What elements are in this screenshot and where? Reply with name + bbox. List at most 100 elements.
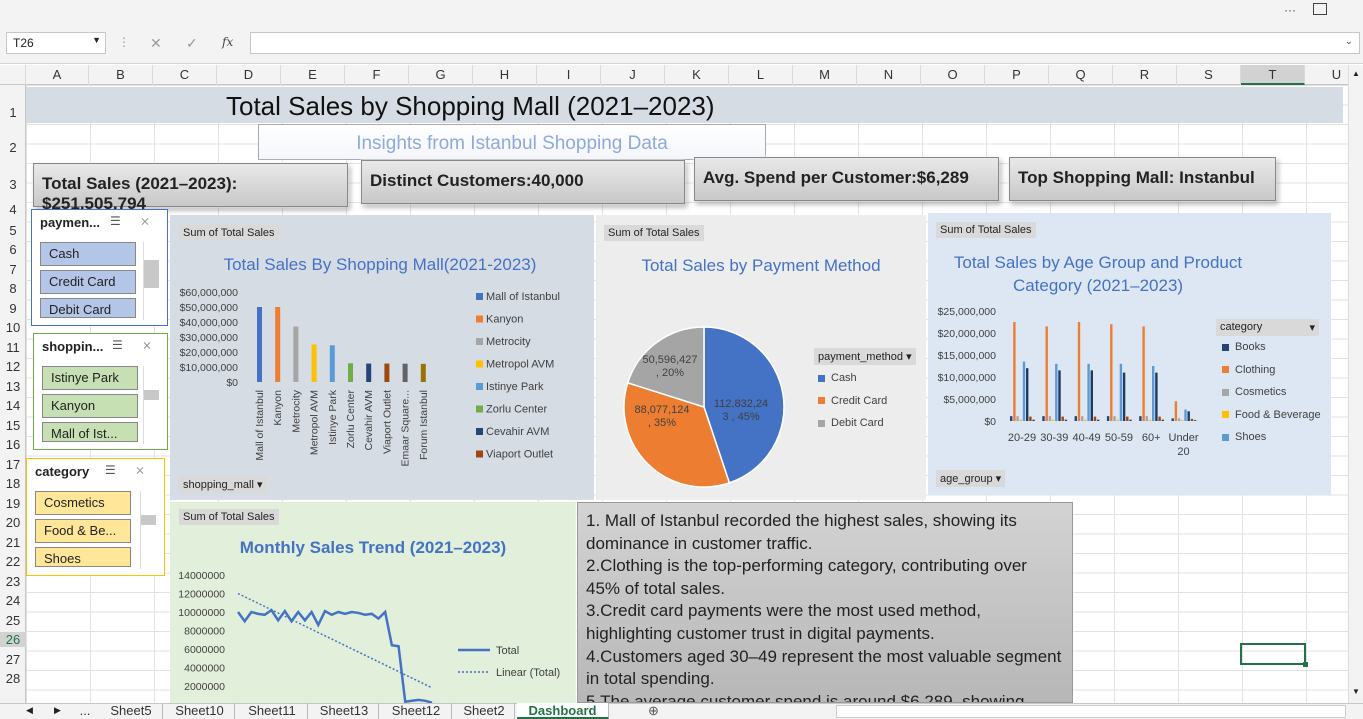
row-header-11[interactable]: 11 <box>0 340 26 355</box>
slicer-item-cash[interactable]: Cash <box>40 242 136 266</box>
scroll-thumb[interactable] <box>144 260 159 288</box>
slicer-item-cosmetics[interactable]: Cosmetics <box>35 491 131 515</box>
column-header-I[interactable]: I <box>537 65 601 85</box>
select-all-corner[interactable] <box>0 65 26 85</box>
slicer-item-credit-card[interactable]: Credit Card <box>40 270 136 294</box>
more-sheets-tab[interactable]: ... <box>78 703 92 719</box>
row-header-23[interactable]: 23 <box>0 574 26 589</box>
row-header-1[interactable]: 1 <box>0 105 26 120</box>
multi-select-icon[interactable]: ☰ <box>110 214 121 228</box>
slicer-scrollbar[interactable] <box>143 242 159 320</box>
field-filter-button[interactable]: age_group ▾ <box>936 470 1006 487</box>
row-header-14[interactable]: 14 <box>0 398 26 413</box>
horizontal-scrollbar[interactable] <box>836 705 1346 718</box>
row-header-21[interactable]: 21 <box>0 535 26 550</box>
column-header-M[interactable]: M <box>793 65 857 85</box>
field-filter-button[interactable]: shopping_mall ▾ <box>179 476 267 493</box>
row-header-15[interactable]: 15 <box>0 418 26 433</box>
column-header-B[interactable]: B <box>89 65 153 85</box>
slicer-item-kanyon[interactable]: Kanyon <box>42 394 138 418</box>
column-header-K[interactable]: K <box>665 65 729 85</box>
cancel-icon[interactable]: ✕ <box>150 35 162 52</box>
column-header-T[interactable]: T <box>1241 65 1305 85</box>
row-header-16[interactable]: 16 <box>0 437 26 452</box>
column-header-D[interactable]: D <box>217 65 281 85</box>
row-header-9[interactable]: 9 <box>0 301 26 316</box>
column-header-N[interactable]: N <box>857 65 921 85</box>
scroll-thumb[interactable] <box>144 390 159 400</box>
row-header-6[interactable]: 6 <box>0 242 26 257</box>
column-header-J[interactable]: J <box>601 65 665 85</box>
scroll-up-icon[interactable]: ▲ <box>1352 69 1360 78</box>
name-box[interactable]: T26 ▼ <box>6 32 106 54</box>
slicer-scrollbar[interactable] <box>143 366 159 444</box>
sheet-tab-sheet13[interactable]: Sheet13 <box>310 703 379 719</box>
more-options-icon[interactable]: ··· <box>1284 3 1296 17</box>
column-header-Q[interactable]: Q <box>1049 65 1113 85</box>
confirm-icon[interactable]: ✓ <box>186 35 198 52</box>
clear-filter-icon[interactable]: ⨯ <box>135 463 145 477</box>
row-header-2[interactable]: 2 <box>0 140 26 155</box>
legend-filter-button[interactable]: category ▾ <box>1216 319 1319 336</box>
row-header-17[interactable]: 17 <box>0 457 26 472</box>
sheet-tab-dashboard[interactable]: Dashboard <box>517 703 609 719</box>
column-header-P[interactable]: P <box>985 65 1049 85</box>
expand-formula-icon[interactable]: ⌄ <box>1345 36 1353 47</box>
sheet-tab-sheet11[interactable]: Sheet11 <box>237 703 308 719</box>
prev-sheet-icon[interactable]: ◀ <box>26 705 33 716</box>
row-header-18[interactable]: 18 <box>0 476 26 491</box>
sheet-tab-sheet10[interactable]: Sheet10 <box>165 703 235 719</box>
sheet-tab-sheet2[interactable]: Sheet2 <box>454 703 515 719</box>
fill-handle[interactable] <box>1303 662 1308 667</box>
scroll-thumb[interactable] <box>141 515 156 525</box>
multi-select-icon[interactable]: ☰ <box>112 338 123 352</box>
row-header-10[interactable]: 10 <box>0 320 26 335</box>
row-header-12[interactable]: 12 <box>0 359 26 374</box>
multi-select-icon[interactable]: ☰ <box>105 463 116 477</box>
row-header-5[interactable]: 5 <box>0 223 26 238</box>
column-header-H[interactable]: H <box>473 65 537 85</box>
next-sheet-icon[interactable]: ▶ <box>54 705 61 716</box>
column-header-S[interactable]: S <box>1177 65 1241 85</box>
column-header-F[interactable]: F <box>345 65 409 85</box>
row-header-19[interactable]: 19 <box>0 496 26 511</box>
active-cell-T26[interactable] <box>1240 643 1308 667</box>
row-header-26[interactable]: 26 <box>0 632 26 647</box>
row-header-20[interactable]: 20 <box>0 515 26 530</box>
chevron-down-icon[interactable]: ▼ <box>92 35 101 45</box>
sheet-tab-sheet5[interactable]: Sheet5 <box>100 703 163 719</box>
slicer-item-debit-card[interactable]: Debit Card <box>40 298 136 318</box>
slicer-scrollbar[interactable] <box>140 491 156 569</box>
row-header-7[interactable]: 7 <box>0 262 26 277</box>
sheet-tab-sheet12[interactable]: Sheet12 <box>381 703 452 719</box>
row-header-24[interactable]: 24 <box>0 593 26 608</box>
clear-filter-icon[interactable]: ⨯ <box>140 214 150 228</box>
chart-sales-by-age-category[interactable]: Sum of Total Sales Total Sales by Age Gr… <box>928 213 1331 495</box>
chart-monthly-trend[interactable]: Sum of Total Sales Monthly Sales Trend (… <box>170 502 576 703</box>
scroll-down-icon[interactable]: ▼ <box>1352 687 1360 696</box>
column-header-C[interactable]: C <box>153 65 217 85</box>
ribbon-display-icon[interactable] <box>1313 3 1327 15</box>
chart-sales-by-payment[interactable]: Sum of Total Sales Total Sales by Paymen… <box>596 215 926 500</box>
slicer-item-food-beverage[interactable]: Food & Be... <box>35 519 131 543</box>
row-header-22[interactable]: 22 <box>0 554 26 569</box>
column-header-R[interactable]: R <box>1113 65 1177 85</box>
slicer-item-mall-of-istanbul[interactable]: Mall of Ist... <box>42 422 138 442</box>
vertical-scrollbar[interactable]: ▲ ▼ <box>1348 65 1363 703</box>
slicer-item-istinye-park[interactable]: Istinye Park <box>42 366 138 390</box>
column-header-L[interactable]: L <box>729 65 793 85</box>
legend-filter-button[interactable]: payment_method ▾ <box>814 348 916 365</box>
column-header-G[interactable]: G <box>409 65 473 85</box>
insert-function-icon[interactable]: fx <box>222 35 233 49</box>
column-header-E[interactable]: E <box>281 65 345 85</box>
row-header-3[interactable]: 3 <box>0 177 26 192</box>
clear-filter-icon[interactable]: ⨯ <box>142 338 152 352</box>
formula-input[interactable]: ⌄ <box>250 32 1360 54</box>
slicer-item-shoes[interactable]: Shoes <box>35 547 131 567</box>
row-header-13[interactable]: 13 <box>0 379 26 394</box>
row-header-27[interactable]: 27 <box>0 652 26 667</box>
row-header-25[interactable]: 25 <box>0 613 26 628</box>
chart-sales-by-mall[interactable]: Sum of Total Sales Total Sales By Shoppi… <box>170 215 594 500</box>
add-sheet-icon[interactable]: ⊕ <box>648 703 659 719</box>
row-header-8[interactable]: 8 <box>0 281 26 296</box>
